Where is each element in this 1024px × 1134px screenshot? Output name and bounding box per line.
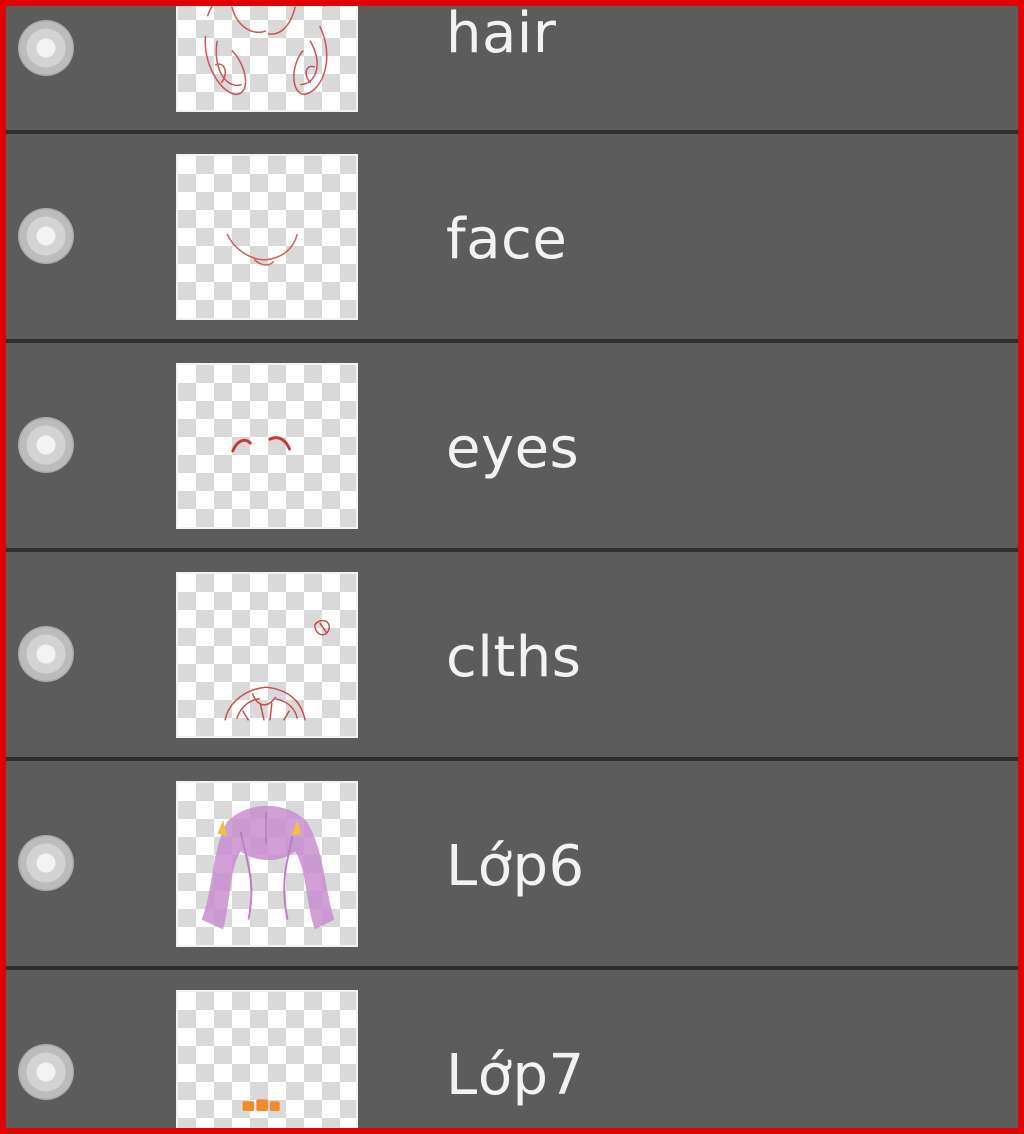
layer-name[interactable]: clths <box>446 630 581 686</box>
visibility-radio[interactable] <box>18 208 74 264</box>
visibility-radio[interactable] <box>18 626 74 682</box>
layer-row-lop7[interactable]: Lớp7 <box>6 970 1018 1128</box>
face-sketch-thumbnail-icon <box>176 154 358 320</box>
layer-row-clths[interactable]: clths <box>6 552 1018 757</box>
orange-accent-thumbnail-icon <box>176 990 358 1128</box>
visibility-radio[interactable] <box>18 417 74 473</box>
visibility-radio[interactable] <box>18 835 74 891</box>
layers-panel: hair face eyes clths Lớp6 Lớp7 <box>0 0 1024 1134</box>
clothes-sketch-thumbnail-icon <box>176 572 358 738</box>
layer-name[interactable]: face <box>446 212 567 268</box>
visibility-radio[interactable] <box>18 1044 74 1100</box>
purple-hair-color-thumbnail-icon <box>176 781 358 947</box>
visibility-radio[interactable] <box>18 20 74 76</box>
layer-row-lop6[interactable]: Lớp6 <box>6 761 1018 966</box>
hair-sketch-thumbnail-icon <box>176 6 358 112</box>
layer-row-face[interactable]: face <box>6 134 1018 339</box>
eyes-sketch-thumbnail-icon <box>176 363 358 529</box>
layer-row-eyes[interactable]: eyes <box>6 343 1018 548</box>
layer-row-hair[interactable]: hair <box>6 6 1018 130</box>
layer-name[interactable]: eyes <box>446 421 579 477</box>
layer-name[interactable]: Lớp6 <box>446 839 585 895</box>
layer-name[interactable]: Lớp7 <box>446 1048 585 1104</box>
layer-name[interactable]: hair <box>446 6 556 62</box>
